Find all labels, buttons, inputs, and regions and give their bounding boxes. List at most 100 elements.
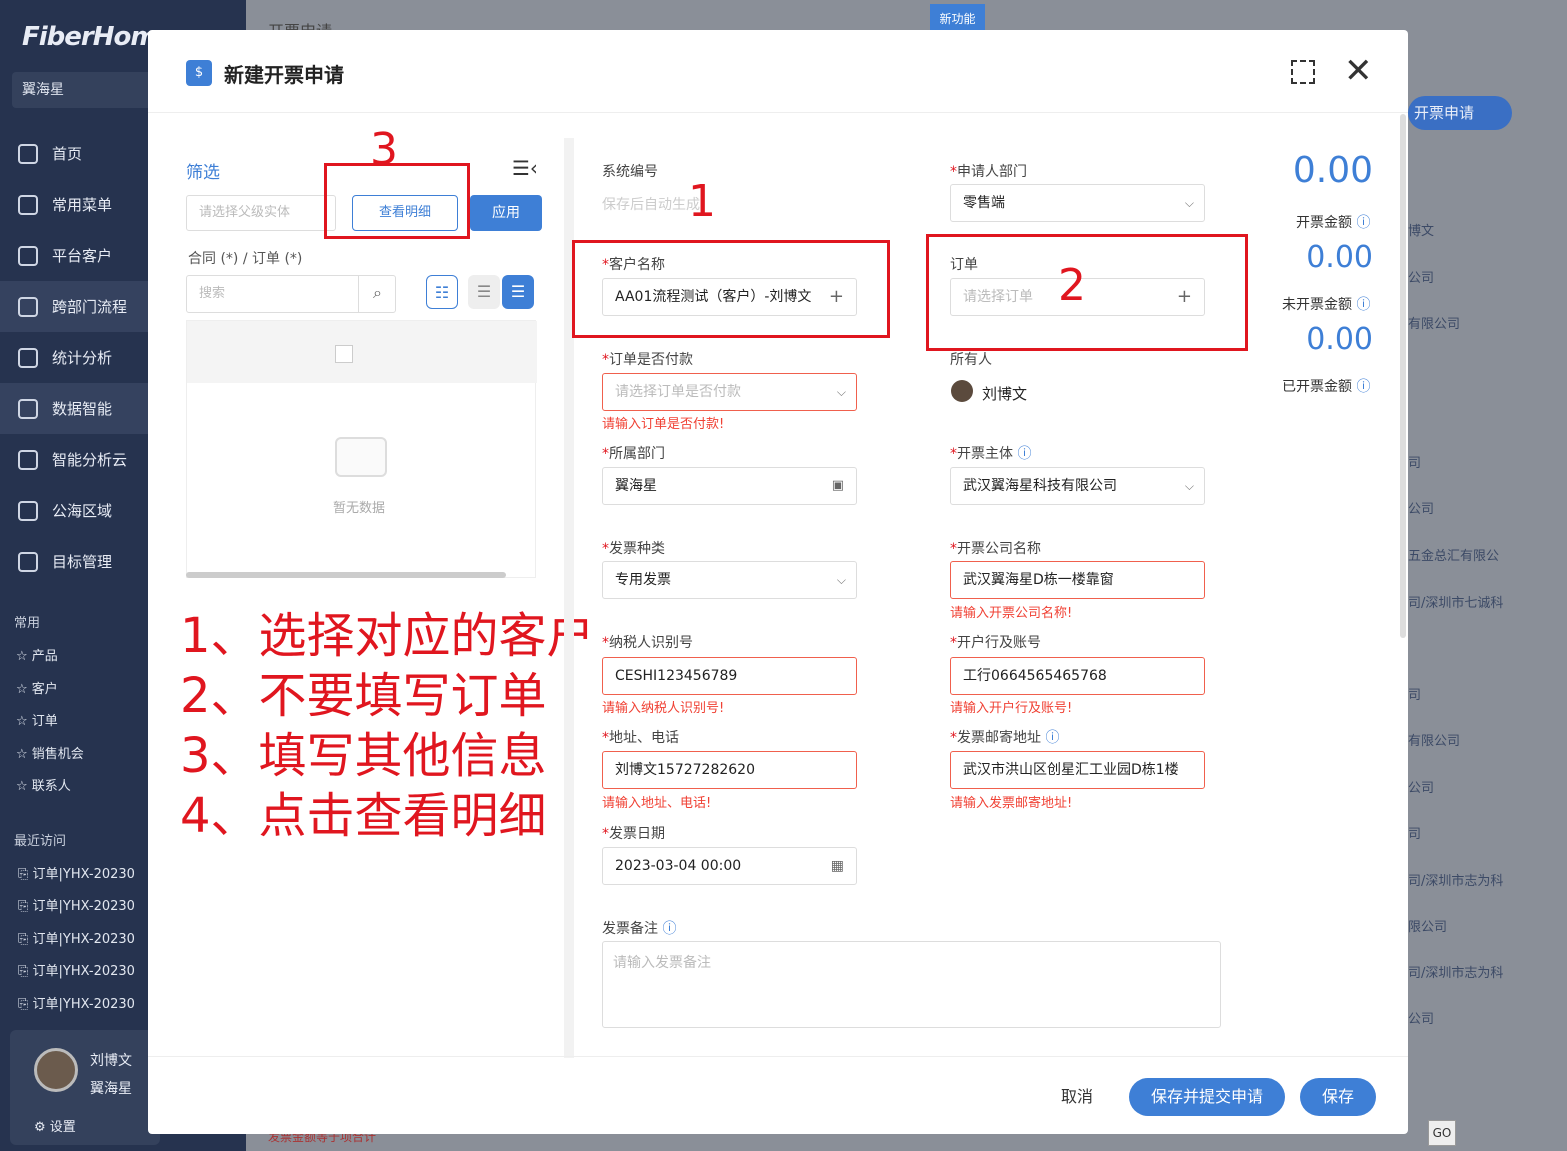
chevron-down-icon: ⌵ <box>836 573 846 587</box>
chevron-down-icon: ⌵ <box>1184 196 1194 210</box>
pager-go-button[interactable]: GO <box>1428 1120 1456 1146</box>
favorite-item[interactable]: ☆ 销售机会 <box>16 743 84 762</box>
table-row: 有限公司 <box>1408 734 1461 749</box>
tax-value: CESHI123456789 <box>615 668 738 684</box>
avatar[interactable] <box>34 1048 78 1092</box>
footer-divider <box>148 1056 1408 1057</box>
company-label-text: 开票公司名称 <box>957 541 1041 557</box>
belong-dept-field[interactable]: 翼海星 ▣ <box>602 467 857 505</box>
tax-error: 请输入纳税人识别号! <box>602 701 725 716</box>
invoiced-label-text: 开票金额 <box>1296 215 1352 231</box>
info-icon: ⓘ <box>1017 446 1032 462</box>
bank-label: *开户行及账号 <box>950 635 1041 651</box>
recent-item[interactable]: ⎘ 订单|YHX-20230 <box>18 960 135 979</box>
table-row: 公司 <box>1408 502 1435 517</box>
date-label: *发票日期 <box>602 826 665 842</box>
favorite-item[interactable]: ☆ 订单 <box>16 710 58 729</box>
search-icon[interactable]: ⌕ <box>358 275 396 313</box>
annotation-number-1: 1 <box>688 176 716 227</box>
grid-icon <box>18 194 38 215</box>
paid-select[interactable]: 请选择订单是否付款 ⌵ <box>602 373 857 411</box>
user-panel: 刘博文 翼海星 ⚙ 设置 <box>10 1030 160 1145</box>
chevron-down-icon: ⌵ <box>836 385 846 399</box>
belong-dept-label: *所属部门 <box>602 446 665 462</box>
done-label-text: 已开票金额 <box>1282 379 1352 395</box>
tax-label-text: 纳税人识别号 <box>609 635 693 651</box>
company-name-field[interactable]: 武汉翼海星D栋一楼靠窗 <box>950 561 1205 599</box>
table-row: 司 <box>1408 688 1422 703</box>
indent-view-icon[interactable]: ☰ <box>468 275 500 309</box>
empty-inbox-icon <box>335 437 387 477</box>
collapse-panel-icon[interactable]: ☰‹ <box>512 156 538 180</box>
empty-text: 暂无数据 <box>333 501 386 516</box>
recent-item[interactable]: ⎘ 订单|YHX-20230 <box>18 863 135 882</box>
annotation-number-3: 3 <box>370 124 398 175</box>
remark-textarea[interactable]: 请输入发票备注 <box>602 941 1221 1028</box>
applicant-dept-select[interactable]: 零售端 ⌵ <box>950 184 1205 222</box>
settings-label: 设置 <box>49 1120 76 1135</box>
org-switcher[interactable]: 翼海星 <box>12 72 152 108</box>
table-row: 限公司 <box>1408 920 1448 935</box>
filter-subtitle: 合同 (*) / 订单 (*) <box>188 251 303 267</box>
addr-error: 请输入地址、电话! <box>602 796 712 811</box>
mail-address-field[interactable]: 武汉市洪山区创星汇工业园D栋1楼 <box>950 751 1205 789</box>
company-label: *开票公司名称 <box>950 541 1041 557</box>
close-icon[interactable]: ✕ <box>1344 52 1373 90</box>
uninvoiced-amount: 0.00 <box>1306 240 1373 275</box>
info-icon: ⓘ <box>1356 215 1371 231</box>
tax-label: *纳税人识别号 <box>602 635 693 651</box>
vertical-scrollbar[interactable] <box>1400 114 1406 638</box>
select-all-checkbox[interactable] <box>335 345 353 363</box>
invoice-subject-select[interactable]: 武汉翼海星科技有限公司 ⌵ <box>950 467 1205 505</box>
settings-link[interactable]: ⚙ 设置 <box>34 1116 76 1135</box>
sidebar-item-label: 统计分析 <box>52 349 113 367</box>
paid-label-text: 订单是否付款 <box>609 352 693 368</box>
avatar <box>951 380 973 402</box>
invoice-type-select[interactable]: 专用发票 ⌵ <box>602 561 857 599</box>
table-row: 公司 <box>1408 271 1435 286</box>
invoice-type-value: 专用发票 <box>615 572 671 588</box>
list-view-icon[interactable]: ☰ <box>502 275 534 309</box>
sys-no-value: 保存后自动生成 <box>602 197 700 213</box>
calendar-icon[interactable]: ▦ <box>831 848 844 884</box>
recent-item[interactable]: ⎘ 订单|YHX-20230 <box>18 895 135 914</box>
remark-label-text: 发票备注 <box>602 921 658 937</box>
parent-entity-select[interactable]: 请选择父级实体 <box>186 195 336 231</box>
table-row: 司/深圳市志为科 <box>1408 874 1504 889</box>
fullscreen-icon[interactable] <box>1291 60 1315 84</box>
user-org: 翼海星 <box>90 1081 132 1097</box>
apply-button[interactable]: 应用 <box>470 195 542 231</box>
favorite-item[interactable]: ☆ 联系人 <box>16 775 71 794</box>
tree-view-icon[interactable]: ☷ <box>426 275 458 309</box>
address-phone-field[interactable]: 刘博文15727282620 <box>602 751 857 789</box>
save-button[interactable]: 保存 <box>1300 1078 1376 1116</box>
pie-icon <box>18 347 38 368</box>
new-invoice-dialog: $ 新建开票申请 ✕ 筛选 ☰‹ 请选择父级实体 查看明细 应用 合同 (*) … <box>148 30 1408 1134</box>
tax-id-field[interactable]: CESHI123456789 <box>602 657 857 695</box>
favorite-item[interactable]: ☆ 客户 <box>16 678 58 697</box>
instruction-note: 1、选择对应的客户 <box>180 608 595 664</box>
recent-item[interactable]: ⎘ 订单|YHX-20230 <box>18 928 135 947</box>
dept-label: *申请人部门 <box>950 164 1027 180</box>
paid-error: 请输入订单是否付款! <box>602 417 725 432</box>
department-picker-icon[interactable]: ▣ <box>832 468 844 504</box>
horizontal-scrollbar[interactable] <box>186 572 506 578</box>
dept-label-text: 申请人部门 <box>957 164 1027 180</box>
cancel-button[interactable]: 取消 <box>1048 1080 1106 1114</box>
info-icon: ⓘ <box>1356 297 1371 313</box>
subject-label-text: 开票主体 <box>957 446 1013 462</box>
tree-list: 暂无数据 <box>186 320 537 578</box>
recent-item-label: 订单|YHX-20230 <box>32 997 135 1012</box>
bank-account-field[interactable]: 工行0664565465768 <box>950 657 1205 695</box>
save-and-submit-button[interactable]: 保存并提交申请 <box>1129 1078 1285 1116</box>
favorite-item[interactable]: ☆ 产品 <box>16 645 58 664</box>
paid-placeholder: 请选择订单是否付款 <box>615 384 741 400</box>
sidebar-item-label: 跨部门流程 <box>52 298 128 316</box>
new-invoice-button[interactable]: 开票申请 <box>1408 96 1512 130</box>
company-error: 请输入开票公司名称! <box>950 606 1073 621</box>
subject-value: 武汉翼海星科技有限公司 <box>963 478 1117 494</box>
invoice-date-field[interactable]: 2023-03-04 00:00 ▦ <box>602 847 857 885</box>
invoiced-amount-label: 开票金额 ⓘ <box>1296 212 1370 232</box>
recent-item[interactable]: ⎘ 订单|YHX-20230 <box>18 993 135 1012</box>
remark-label: 发票备注 ⓘ <box>602 918 676 938</box>
